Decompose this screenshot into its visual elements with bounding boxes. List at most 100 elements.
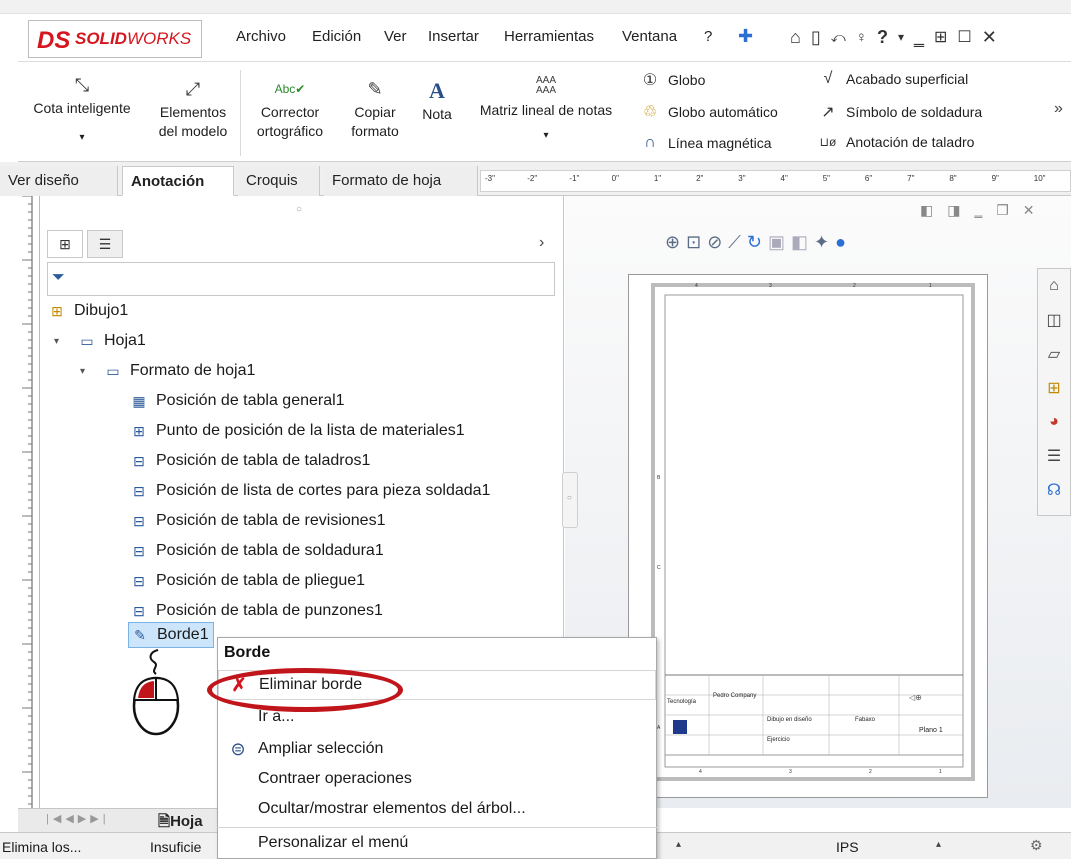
balloon-label: Globo xyxy=(668,72,706,88)
format-painter-button[interactable]: ✎ Copiar formato xyxy=(340,78,410,141)
design-library-icon[interactable]: ◫ xyxy=(1038,305,1070,335)
hide-show-icon[interactable]: ◧ xyxy=(791,232,814,252)
tree-item-formato[interactable]: ▾ ▭ Formato de hoja1 xyxy=(80,358,255,384)
units-up-arrow-icon[interactable]: ▴ xyxy=(936,839,941,850)
sheet-zone-label: C xyxy=(657,565,661,571)
close-icon[interactable]: ✕ xyxy=(982,27,997,48)
restore-icon[interactable]: ⊞ xyxy=(934,27,947,47)
undo-icon[interactable]: ⤺ xyxy=(831,29,846,46)
section-view-icon[interactable]: ⟋ xyxy=(728,232,747,252)
expand-icon[interactable]: ▾ xyxy=(80,366,94,377)
weld-symbol-button[interactable]: ↗ Símbolo de soldadura xyxy=(818,102,982,122)
note-button[interactable]: A Nota xyxy=(414,80,460,124)
expand-icon[interactable]: ▾ xyxy=(54,336,68,347)
grip-icon: ○ xyxy=(567,493,572,502)
tree-item[interactable]: ⊟ Posición de tabla de pliegue1 xyxy=(128,568,365,594)
magnetic-line-button[interactable]: ∩ Línea magnética xyxy=(640,134,771,152)
rotate-view-icon[interactable]: ↻ xyxy=(747,232,768,252)
unit-system[interactable]: IPS xyxy=(836,839,859,855)
menu-help[interactable]: ? xyxy=(704,28,712,45)
view-palette-icon[interactable]: ⊞ xyxy=(1038,373,1070,403)
appearances-icon[interactable]: ◕ xyxy=(1038,407,1070,437)
doc-close-icon[interactable]: ✕ xyxy=(1023,202,1049,218)
solidworks-logo[interactable]: DS SOLID WORKS xyxy=(28,20,202,58)
zoom-to-fit-icon[interactable]: ⊕ xyxy=(665,232,686,252)
ruler-label: 1" xyxy=(653,174,662,183)
filter-icon[interactable]: ⏷ xyxy=(52,269,65,287)
tree-item-label: Posición de tabla de soldadura1 xyxy=(156,542,384,559)
file-explorer-icon[interactable]: ▱ xyxy=(1038,339,1070,369)
balloon-button[interactable]: ① Globo xyxy=(640,70,706,90)
feature-manager-tab-icon[interactable]: ⊞ xyxy=(47,230,83,258)
tile-icon[interactable]: ◧ xyxy=(920,202,947,218)
model-items-button[interactable]: ⤢ Elementos del modelo xyxy=(150,78,236,141)
model-items-icon: ⤢ xyxy=(185,79,201,99)
zoom-to-area-icon[interactable]: ⊡ xyxy=(686,232,707,252)
home-icon[interactable]: ⌂ xyxy=(790,27,801,48)
smart-dimension-button[interactable]: ⤡ Cota inteligente ▾ xyxy=(22,74,142,147)
view-settings-icon[interactable]: ✦ xyxy=(814,232,835,252)
appearance-icon[interactable]: ● xyxy=(835,232,852,252)
menu-ventana[interactable]: Ventana xyxy=(622,28,677,45)
new-file-icon[interactable]: ▯ xyxy=(811,27,821,48)
tree-filter-box[interactable]: ⏷ xyxy=(47,262,555,296)
spell-checker-button[interactable]: Abc✔ Corrector ortográfico xyxy=(248,78,332,141)
menu-item-ocultar-mostrar[interactable]: Ocultar/mostrar elementos del árbol... xyxy=(218,794,656,824)
menu-item-contraer-operaciones[interactable]: Contraer operaciones xyxy=(218,764,656,794)
tree-item-hoja[interactable]: ▾ ▭ Hoja1 xyxy=(54,328,146,354)
tab-anotacion[interactable]: Anotación xyxy=(122,166,234,196)
tree-item[interactable]: ⊟ Posición de tabla de taladros1 xyxy=(128,448,370,474)
dropdown-icon[interactable]: ▾ xyxy=(898,30,904,44)
ruler-label: 4" xyxy=(780,174,788,183)
auto-balloon-button[interactable]: ♲ Globo automático xyxy=(640,102,778,122)
menu-insertar[interactable]: Insertar xyxy=(428,28,479,45)
tree-item-borde-selected[interactable]: ✎ Borde1 xyxy=(128,622,214,648)
pin-icon[interactable]: ✚ xyxy=(738,26,753,47)
ribbon-more-icon[interactable]: » xyxy=(1054,100,1063,118)
rebuild-icon[interactable]: ⚙ xyxy=(1030,837,1043,854)
tree-item[interactable]: ⊟ Posición de lista de cortes para pieza… xyxy=(128,478,490,504)
surface-finish-button[interactable]: √ Acabado superficial xyxy=(818,70,969,88)
drawing-sheet[interactable]: ◁⊕ 3 2 4 1 4 3 2 1 B C A Tecnología Pedr… xyxy=(628,274,988,798)
menu-ver[interactable]: Ver xyxy=(384,28,407,45)
panel-grip-icon[interactable]: ○ xyxy=(296,204,302,215)
smart-dimension-label: Cota inteligente xyxy=(33,100,131,116)
tree-item[interactable]: ⊟ Posición de tabla de revisiones1 xyxy=(128,508,385,534)
tile-right-icon[interactable]: ◨ xyxy=(947,202,974,218)
menu-item-personalizar[interactable]: Personalizar el menú xyxy=(218,828,656,858)
status-up-arrow-icon[interactable]: ▴ xyxy=(676,839,681,850)
custom-properties-icon[interactable]: ☰ xyxy=(1038,441,1070,471)
panel-splitter-handle[interactable]: ○ xyxy=(562,472,578,528)
menu-edicion[interactable]: Edición xyxy=(312,28,361,45)
user-icon[interactable]: ♀ xyxy=(856,29,867,46)
hole-callout-button[interactable]: ⊔ø Anotación de taladro xyxy=(818,134,975,150)
tab-formato-de-hoja[interactable]: Formato de hoja xyxy=(324,166,478,196)
home-icon[interactable]: ⌂ xyxy=(1038,271,1070,301)
forum-icon[interactable]: ☊ xyxy=(1038,475,1070,505)
display-style-icon[interactable]: ▣ xyxy=(768,232,791,252)
hole-table-icon: ⊟ xyxy=(133,452,145,469)
tree-item[interactable]: ⊟ Posición de tabla de punzones1 xyxy=(128,598,383,624)
linear-note-pattern-button[interactable]: AAA AAA Matriz lineal de notas ▾ xyxy=(466,76,626,145)
tree-root-dibujo[interactable]: ⊞ Dibujo1 xyxy=(46,298,128,324)
sheet-navigation-arrows-icon[interactable]: |◀◀▶▶| xyxy=(46,812,110,825)
help-icon[interactable]: ? xyxy=(877,27,888,48)
minimize-icon[interactable]: ‗ xyxy=(914,27,924,48)
chevron-right-icon[interactable]: › xyxy=(539,234,544,252)
tab-ver-diseno[interactable]: Ver diseño xyxy=(0,166,118,196)
doc-minimize-icon[interactable]: ‗ xyxy=(974,202,996,218)
doc-restore-icon[interactable]: ❐ xyxy=(996,202,1023,218)
tree-item-label: Posición de tabla de revisiones1 xyxy=(156,512,386,529)
menu-herramientas[interactable]: Herramientas xyxy=(504,28,594,45)
menu-item-ampliar-seleccion[interactable]: ⊜ Ampliar selección xyxy=(218,734,656,764)
previous-view-icon[interactable]: ⊘ xyxy=(707,232,728,252)
property-manager-tab-icon[interactable]: ☰ xyxy=(87,230,123,258)
tree-item[interactable]: ⊟ Posición de tabla de soldadura1 xyxy=(128,538,384,564)
brand-works: WORKS xyxy=(126,29,192,48)
tab-croquis[interactable]: Croquis xyxy=(238,166,320,196)
tree-item[interactable]: ⊞ Punto de posición de la lista de mater… xyxy=(128,418,465,444)
maximize-icon[interactable]: ☐ xyxy=(957,27,971,47)
menu-archivo[interactable]: Archivo xyxy=(236,28,286,45)
title-block-text: Dibujo en diseño xyxy=(767,717,812,723)
tree-item[interactable]: ▦ Posición de tabla general1 xyxy=(128,388,344,414)
